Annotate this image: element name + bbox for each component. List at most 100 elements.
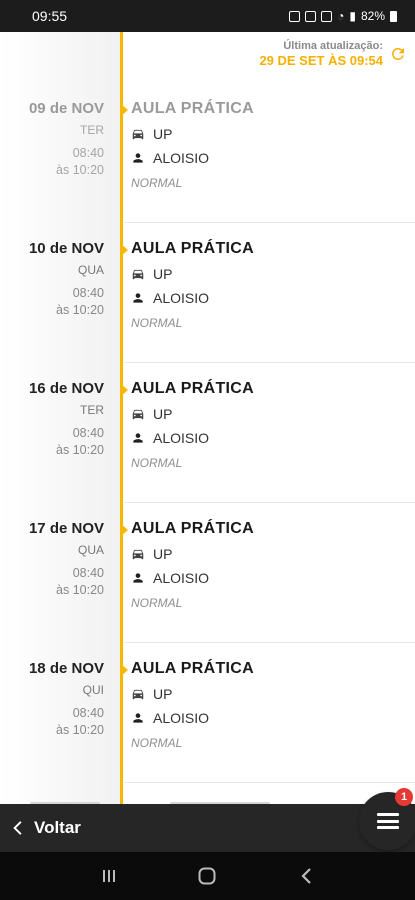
lesson-vehicle: UP	[153, 126, 173, 142]
lesson-instructor: ALOISIO	[153, 570, 210, 586]
entry-weekday: TER	[80, 123, 104, 137]
car-icon	[132, 129, 144, 140]
schedule-entry[interactable]: 09 de NOV TER 08:40 às 10:20 AULA PRÁTICA…	[0, 100, 415, 240]
timeline-marker	[121, 384, 128, 396]
person-icon	[133, 153, 143, 163]
schedule-entry[interactable]: 16 de NOV TER 08:40 às 10:20 AULA PRÁTICA…	[0, 380, 415, 520]
entry-date: 10 de NOV	[28, 240, 104, 257]
entry-date: 18 de NOV	[28, 660, 104, 677]
car-icon	[132, 409, 144, 420]
entry-time-start: 08:40	[72, 146, 104, 160]
timeline-marker	[121, 244, 128, 256]
person-icon	[133, 713, 143, 723]
lesson-vehicle: UP	[153, 686, 173, 702]
back-nav-icon	[301, 868, 311, 884]
menu-icon	[377, 813, 399, 829]
lesson-title: AULA PRÁTICA	[131, 660, 254, 677]
entry-time-end: às 10:20	[56, 443, 104, 457]
lesson-status: NORMAL	[131, 456, 183, 470]
lesson-title: AULA PRÁTICA	[131, 100, 254, 117]
person-icon	[133, 573, 143, 583]
divider	[124, 782, 415, 783]
refresh-icon[interactable]	[389, 45, 407, 63]
lesson-vehicle: UP	[153, 546, 173, 562]
notification-badge: 1	[395, 788, 413, 806]
mute-icon	[321, 10, 333, 22]
entry-time-start: 08:40	[72, 566, 104, 580]
system-nav-bar	[0, 852, 415, 900]
divider	[124, 502, 415, 503]
back-nav-button[interactable]	[286, 861, 326, 891]
car-icon	[132, 689, 144, 700]
lesson-instructor: ALOISIO	[153, 290, 210, 306]
entry-time-start: 08:40	[72, 286, 104, 300]
lesson-status: NORMAL	[131, 316, 183, 330]
lesson-vehicle: UP	[153, 266, 173, 282]
entry-date-block: 09 de NOV TER 08:40 às 10:20	[0, 100, 104, 179]
lesson-instructor: ALOISIO	[153, 150, 210, 166]
alarm-icon	[305, 10, 317, 22]
schedule-entry[interactable]: 10 de NOV QUA 08:40 às 10:20 AULA PRÁTICA…	[0, 240, 415, 380]
signal-icon: ▮	[349, 9, 356, 23]
lesson-card[interactable]: AULA PRÁTICA UP ALOISIO NORMAL	[131, 660, 415, 750]
last-update-value: 29 DE SET ÀS 09:54	[259, 53, 383, 68]
timeline-marker	[121, 104, 128, 116]
status-icons: ◔ ▮ 82%	[289, 9, 397, 23]
timeline-marker	[121, 524, 128, 536]
entry-time-end: às 10:20	[56, 303, 104, 317]
entry-time-end: às 10:20	[56, 723, 104, 737]
entry-time-start: 08:40	[72, 426, 104, 440]
person-icon	[133, 293, 143, 303]
entry-time-start: 08:40	[72, 706, 104, 720]
lesson-instructor: ALOISIO	[153, 430, 210, 446]
back-label: Voltar	[34, 818, 81, 837]
menu-button[interactable]: 1	[359, 788, 415, 850]
entry-time-end: às 10:20	[56, 583, 104, 597]
entry-time-end: às 10:20	[56, 163, 104, 177]
schedule-entry[interactable]: 18 de NOV QUI 08:40 às 10:20 AULA PRÁTICA…	[0, 660, 415, 800]
entry-weekday: QUI	[82, 683, 104, 697]
schedule-entry[interactable]: 17 de NOV QUA 08:40 às 10:20 AULA PRÁTICA…	[0, 520, 415, 660]
entry-weekday: TER	[80, 403, 104, 417]
person-icon	[133, 433, 143, 443]
lesson-instructor: ALOISIO	[153, 710, 210, 726]
entry-date-block: 16 de NOV TER 08:40 às 10:20	[0, 380, 104, 459]
lesson-card[interactable]: AULA PRÁTICA UP ALOISIO NORMAL	[131, 240, 415, 330]
lesson-title: AULA PRÁTICA	[131, 520, 254, 537]
battery-icon	[390, 10, 397, 22]
entry-weekday: QUA	[77, 263, 104, 277]
back-button[interactable]: Voltar	[10, 818, 81, 838]
home-icon	[198, 867, 216, 885]
chevron-left-icon	[13, 821, 22, 835]
lesson-card[interactable]: AULA PRÁTICA UP ALOISIO NORMAL	[131, 100, 415, 190]
lesson-status: NORMAL	[131, 596, 183, 610]
recent-apps-button[interactable]	[89, 861, 129, 891]
entry-date-block: 18 de NOV QUI 08:40 às 10:20	[0, 660, 104, 739]
recent-apps-icon	[103, 870, 116, 882]
lesson-status: NORMAL	[131, 736, 183, 750]
battery-percent: 82%	[360, 9, 385, 23]
status-bar: 09:55 ◔ ▮ 82%	[0, 0, 415, 32]
divider	[124, 222, 415, 223]
last-update-label: Última atualização:	[283, 40, 383, 52]
entry-date-block: 10 de NOV QUA 08:40 às 10:20	[0, 240, 104, 319]
car-icon	[132, 269, 144, 280]
lesson-status: NORMAL	[131, 176, 183, 190]
divider	[124, 642, 415, 643]
entry-weekday: QUA	[77, 543, 104, 557]
schedule-view[interactable]: Última atualização: 29 DE SET ÀS 09:54 0…	[0, 32, 415, 804]
lesson-title: AULA PRÁTICA	[131, 240, 254, 257]
lesson-card[interactable]: AULA PRÁTICA UP ALOISIO NORMAL	[131, 380, 415, 470]
status-time: 09:55	[32, 8, 68, 24]
entry-date: 16 de NOV	[28, 380, 104, 397]
divider	[124, 362, 415, 363]
entry-date: 17 de NOV	[28, 520, 104, 537]
last-update: Última atualização: 29 DE SET ÀS 09:54	[259, 40, 407, 68]
home-button[interactable]	[187, 861, 227, 891]
car-icon	[132, 549, 144, 560]
lock-icon	[289, 10, 301, 22]
entry-date-block: 17 de NOV QUA 08:40 às 10:20	[0, 520, 104, 599]
lesson-card[interactable]: AULA PRÁTICA UP ALOISIO NORMAL	[131, 520, 415, 610]
wifi-icon: ◔	[337, 9, 345, 23]
bottom-bar: Voltar 1	[0, 788, 415, 852]
